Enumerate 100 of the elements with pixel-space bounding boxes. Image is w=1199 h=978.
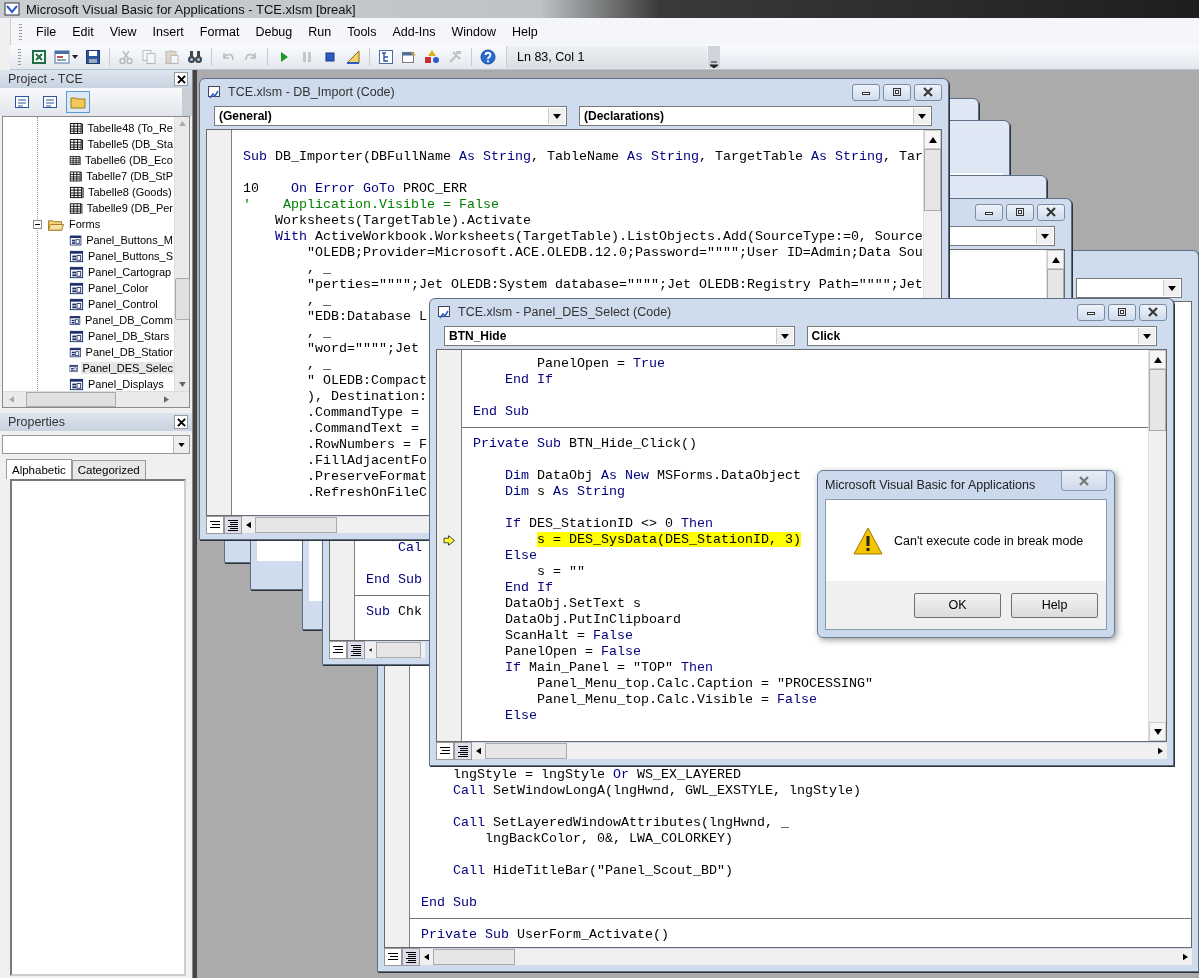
tree-item[interactable]: Panel_DB_Comm (83, 314, 174, 326)
minimize-button[interactable] (1077, 303, 1105, 321)
grip-handle[interactable] (18, 49, 21, 65)
procedure-view-button[interactable] (436, 742, 454, 760)
lines-icon (387, 951, 399, 963)
procedure-dropdown[interactable] (949, 226, 1055, 246)
object-dropdown[interactable] (2, 435, 190, 454)
vertical-scrollbar[interactable] (174, 117, 189, 391)
scroll-up-icon (178, 121, 186, 126)
tree-item[interactable]: Panel_Buttons_S (87, 250, 174, 262)
scroll-thumb[interactable] (255, 517, 337, 533)
grip-handle[interactable] (19, 23, 22, 40)
procedure-dropdown[interactable]: (Declarations) (579, 106, 932, 126)
menu-item[interactable]: Run (300, 24, 340, 39)
close-button[interactable] (1037, 203, 1065, 221)
menu-item[interactable]: Debug (247, 24, 301, 39)
toggle-folders-button[interactable] (66, 91, 90, 113)
menu-item[interactable]: Add-Ins (384, 24, 444, 39)
full-module-view-button[interactable] (347, 641, 365, 659)
code-line: " OLEDB:Compact (306, 373, 427, 389)
code-line: ), Destination: (306, 389, 427, 405)
close-button[interactable] (174, 415, 188, 429)
scroll-thumb[interactable] (1149, 369, 1166, 431)
toolbar-options-handle[interactable] (708, 46, 720, 68)
scroll-left-icon (9, 396, 14, 403)
full-module-view-button[interactable] (454, 742, 472, 760)
minimize-button[interactable] (852, 83, 880, 101)
object-dropdown[interactable]: (General) (214, 106, 567, 126)
menu-item[interactable]: Insert (144, 24, 192, 39)
scroll-down-button[interactable] (1149, 722, 1166, 741)
horizontal-scrollbar[interactable] (3, 391, 189, 407)
close-button[interactable] (914, 83, 942, 101)
horizontal-scrollbar[interactable] (420, 949, 1192, 965)
menu-item[interactable]: Format (191, 24, 248, 39)
help-button[interactable]: Help (1011, 592, 1098, 618)
tree-item[interactable]: Tabelle8 (Goods) (87, 186, 173, 198)
tree-item[interactable]: Tabelle5 (DB_Sta (86, 138, 174, 150)
code-line: End Sub (365, 572, 422, 588)
vertical-scrollbar[interactable] (1148, 350, 1166, 741)
scroll-thumb[interactable] (485, 743, 567, 759)
panel-title: Properties (8, 415, 65, 429)
tree-item[interactable]: Panel_Color (87, 282, 150, 294)
procedure-view-button[interactable] (384, 948, 402, 966)
scroll-up-button[interactable] (1047, 250, 1064, 269)
tree-item[interactable]: Forms (68, 218, 102, 230)
sheet-icon (69, 200, 83, 216)
form-icon (69, 232, 83, 248)
horizontal-scrollbar[interactable] (365, 642, 425, 658)
tree-item[interactable]: Panel_Cartograp (87, 266, 173, 278)
toolbar-button[interactable] (477, 46, 499, 68)
close-button[interactable] (1139, 303, 1167, 321)
full-module-view-button[interactable] (224, 516, 242, 534)
tab[interactable]: Categorized (71, 460, 146, 479)
tree-item[interactable]: Tabelle9 (DB_Per (85, 202, 174, 214)
scroll-thumb[interactable] (433, 949, 515, 965)
tree-item[interactable]: Tabelle6 (DB_Eco (83, 154, 174, 166)
minimize-button[interactable] (975, 203, 1003, 221)
procedure-view-button[interactable] (206, 516, 224, 534)
menu-item[interactable]: Help (503, 24, 546, 39)
close-icon (1045, 207, 1057, 217)
menu-item[interactable]: Tools (339, 24, 385, 39)
full-module-view-button[interactable] (402, 948, 420, 966)
restore-button[interactable] (883, 83, 911, 101)
tree-item[interactable]: Panel_DB_Stars (87, 330, 171, 342)
scroll-thumb[interactable] (26, 392, 116, 407)
horizontal-scrollbar[interactable] (472, 743, 1167, 759)
code-line: ' Application.Visible = False (242, 197, 499, 213)
scroll-up-button[interactable] (1149, 350, 1166, 369)
tree-item[interactable]: Panel_DES_Selec (81, 362, 174, 374)
menu-item[interactable]: Edit (64, 24, 102, 39)
restore-button[interactable] (1006, 203, 1034, 221)
tree-item[interactable]: Panel_Displays (87, 378, 165, 390)
scroll-thumb[interactable] (924, 149, 941, 211)
scroll-thumb[interactable] (375, 642, 421, 658)
tab[interactable]: Alphabetic (6, 459, 72, 479)
close-button[interactable] (174, 72, 188, 86)
toolbar-options-handle[interactable] (182, 88, 192, 116)
menu-item[interactable]: Window (443, 24, 504, 39)
ok-button[interactable]: OK (914, 592, 1001, 618)
tree-item[interactable]: Tabelle7 (DB_StP (85, 170, 174, 182)
menu-item[interactable]: File (28, 24, 65, 39)
tree-item[interactable]: Panel_Control (87, 298, 159, 310)
form-icon (69, 296, 84, 312)
object-dropdown[interactable]: BTN_Hide (444, 326, 795, 346)
tree-item[interactable]: Panel_DB_Statior (84, 346, 174, 358)
procedure-view-button[interactable] (329, 641, 347, 659)
scroll-thumb[interactable] (174, 278, 190, 320)
code-line: If Main_Panel = "TOP" Then (504, 660, 713, 676)
procedure-dropdown[interactable]: Click (806, 326, 1157, 346)
code-line: , _ (306, 325, 331, 341)
lines-icon (332, 644, 344, 656)
tree-item[interactable]: Panel_Buttons_M (85, 234, 174, 246)
tree-item[interactable]: Tabelle48 (To_Re (86, 122, 174, 134)
code-window-icon (206, 84, 222, 100)
menu-item[interactable]: View (101, 24, 145, 39)
procedure-dropdown[interactable] (1076, 278, 1182, 298)
caret-icon (1143, 333, 1151, 339)
collapse-icon[interactable] (33, 219, 42, 229)
scroll-up-button[interactable] (924, 130, 941, 149)
restore-button[interactable] (1108, 303, 1136, 321)
